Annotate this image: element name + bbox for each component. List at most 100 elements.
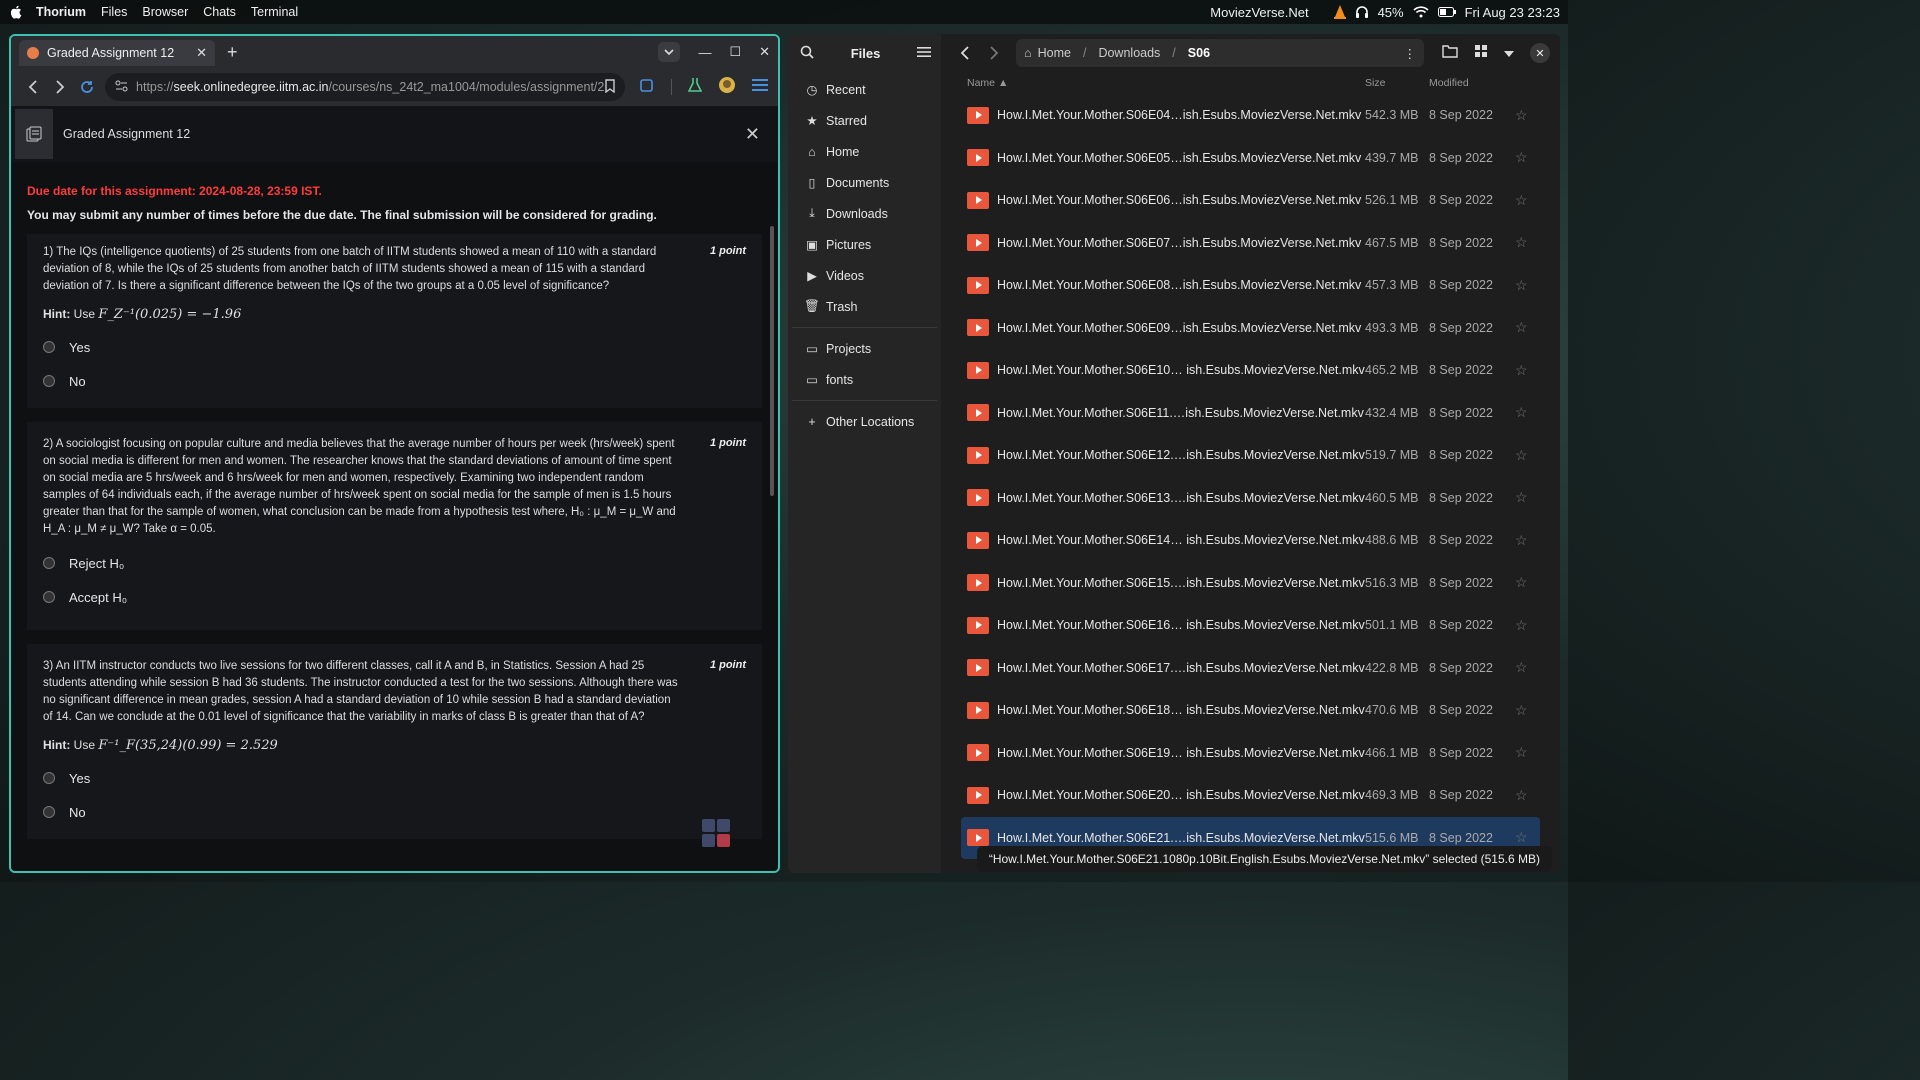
sidebar-item-home[interactable]: ⌂ Home (788, 136, 941, 167)
tab-search-dropdown-icon[interactable] (658, 42, 681, 62)
star-toggle-icon[interactable]: ☆ (1515, 702, 1528, 719)
radio-button[interactable] (43, 557, 55, 569)
star-toggle-icon[interactable]: ☆ (1515, 574, 1528, 591)
path-bar[interactable]: ⌂ Home / Downloads / S06 ⋮ (1016, 39, 1424, 67)
star-toggle-icon[interactable]: ☆ (1515, 787, 1528, 804)
option-reject[interactable]: Reject H₀ (43, 546, 746, 580)
close-window-icon[interactable]: ✕ (759, 44, 770, 60)
new-tab-button[interactable]: + (227, 42, 238, 63)
sidebar-item-videos[interactable]: ▶ Videos (788, 260, 941, 291)
apple-icon[interactable] (10, 5, 24, 19)
headphones-icon[interactable] (1355, 5, 1369, 19)
sidebar-item-recent[interactable]: ◷ Recent (788, 74, 941, 105)
tab-graded-assignment[interactable]: Graded Assignment 12 ✕ (19, 40, 215, 66)
file-row[interactable]: How.I.Met.Your.Mother.S06E18… ish.Esubs.… (941, 689, 1560, 732)
star-toggle-icon[interactable]: ☆ (1515, 362, 1528, 379)
star-toggle-icon[interactable]: ☆ (1515, 489, 1528, 506)
option-no[interactable]: No (43, 795, 746, 829)
path-home[interactable]: Home (1038, 46, 1071, 60)
star-toggle-icon[interactable]: ☆ (1515, 617, 1528, 634)
address-bar[interactable]: https://seek.onlinedegree.iitm.ac.in/cou… (105, 73, 626, 101)
option-no[interactable]: No (43, 364, 746, 398)
option-yes[interactable]: Yes (43, 761, 746, 795)
sidebar-item-pictures[interactable]: ▣ Pictures (788, 229, 941, 260)
menu-terminal[interactable]: Terminal (251, 5, 298, 19)
star-toggle-icon[interactable]: ☆ (1515, 234, 1528, 251)
file-row[interactable]: How.I.Met.Your.Mother.S06E10… ish.Esubs.… (941, 349, 1560, 392)
file-row[interactable]: How.I.Met.Your.Mother.S06E07…ish.Esubs.M… (941, 222, 1560, 265)
new-folder-icon[interactable] (1442, 44, 1458, 63)
sidebar-item-starred[interactable]: ★ Starred (788, 105, 941, 136)
search-icon[interactable] (800, 45, 814, 62)
star-toggle-icon[interactable]: ☆ (1515, 744, 1528, 761)
star-toggle-icon[interactable]: ☆ (1515, 277, 1528, 294)
star-toggle-icon[interactable]: ☆ (1515, 659, 1528, 676)
forward-icon[interactable] (980, 46, 1009, 60)
bookmark-icon[interactable] (605, 78, 615, 96)
column-name[interactable]: Name ▲ (967, 77, 1365, 89)
path-downloads[interactable]: Downloads (1098, 46, 1160, 60)
path-current[interactable]: S06 (1188, 46, 1210, 60)
radio-button[interactable] (43, 806, 55, 818)
view-options-chevron-icon[interactable] (1503, 44, 1514, 62)
menu-chats[interactable]: Chats (203, 5, 236, 19)
sidebar-item-projects[interactable]: ▭ Projects (788, 333, 941, 364)
file-row[interactable]: How.I.Met.Your.Mother.S06E13.…ish.Esubs.… (941, 477, 1560, 520)
menu-browser[interactable]: Browser (142, 5, 188, 19)
sidebar-item-trash[interactable]: 🗑 Trash (788, 291, 941, 322)
column-size[interactable]: Size (1365, 77, 1429, 89)
file-row[interactable]: How.I.Met.Your.Mother.S06E12.…ish.Esubs.… (941, 434, 1560, 477)
file-row[interactable]: How.I.Met.Your.Mother.S06E17.…ish.Esubs.… (941, 647, 1560, 690)
file-row[interactable]: How.I.Met.Your.Mother.S06E09…ish.Esubs.M… (941, 307, 1560, 350)
sidebar-item-other-locations[interactable]: + Other Locations (788, 406, 941, 437)
star-toggle-icon[interactable]: ☆ (1515, 192, 1528, 209)
menu-app-thorium[interactable]: Thorium (36, 5, 86, 19)
page-scrollbar[interactable] (770, 226, 774, 496)
file-row[interactable]: How.I.Met.Your.Mother.S06E11.…ish.Esubs.… (941, 392, 1560, 435)
browser-menu-icon[interactable] (752, 78, 769, 97)
file-row[interactable]: How.I.Met.Your.Mother.S06E05…ish.Esubs.M… (941, 137, 1560, 180)
site-settings-icon[interactable] (115, 80, 128, 95)
star-toggle-icon[interactable]: ☆ (1515, 404, 1528, 421)
radio-button[interactable] (43, 341, 55, 353)
clock[interactable]: Fri Aug 23 23:23 (1465, 5, 1560, 20)
column-modified[interactable]: Modified (1429, 77, 1469, 89)
radio-button[interactable] (43, 772, 55, 784)
star-toggle-icon[interactable]: ☆ (1515, 319, 1528, 336)
file-row[interactable]: How.I.Met.Your.Mother.S06E04…ish.Esubs.M… (941, 94, 1560, 137)
file-row[interactable]: How.I.Met.Your.Mother.S06E06…ish.Esubs.M… (941, 179, 1560, 222)
radio-button[interactable] (43, 375, 55, 387)
assignment-list-icon[interactable] (15, 109, 53, 159)
star-toggle-icon[interactable]: ☆ (1515, 447, 1528, 464)
file-row[interactable]: How.I.Met.Your.Mother.S06E14… ish.Esubs.… (941, 519, 1560, 562)
hamburger-menu-icon[interactable] (917, 46, 931, 61)
option-yes[interactable]: Yes (43, 330, 746, 364)
profile-avatar-icon[interactable] (718, 76, 736, 99)
minimize-icon[interactable]: — (698, 45, 711, 60)
grid-view-icon[interactable] (1474, 44, 1488, 63)
radio-button[interactable] (43, 591, 55, 603)
calculator-icon[interactable] (702, 819, 730, 847)
star-toggle-icon[interactable]: ☆ (1515, 107, 1528, 124)
file-row[interactable]: How.I.Met.Your.Mother.S06E20… ish.Esubs.… (941, 774, 1560, 817)
file-row[interactable]: How.I.Met.Your.Mother.S06E16… ish.Esubs.… (941, 604, 1560, 647)
flask-icon[interactable] (687, 77, 703, 98)
back-icon[interactable] (951, 46, 980, 60)
star-toggle-icon[interactable]: ☆ (1515, 149, 1528, 166)
vlc-cone-icon[interactable] (1333, 5, 1346, 19)
extension-puzzle-icon[interactable] (639, 77, 655, 98)
close-window-icon[interactable]: ✕ (1529, 43, 1550, 63)
file-row[interactable]: How.I.Met.Your.Mother.S06E15.…ish.Esubs.… (941, 562, 1560, 605)
more-options-icon[interactable]: ⋮ (1403, 46, 1416, 61)
option-accept[interactable]: Accept H₀ (43, 580, 746, 614)
file-row[interactable]: How.I.Met.Your.Mother.S06E19… ish.Esubs.… (941, 732, 1560, 775)
star-toggle-icon[interactable]: ☆ (1515, 829, 1528, 846)
close-panel-icon[interactable]: ✕ (745, 124, 760, 145)
menu-files[interactable]: Files (101, 5, 127, 19)
sidebar-item-downloads[interactable]: ⤓ Downloads (788, 198, 941, 229)
sidebar-item-documents[interactable]: ▯ Documents (788, 167, 941, 198)
wifi-icon[interactable] (1413, 6, 1429, 18)
forward-icon[interactable] (48, 80, 73, 94)
file-row[interactable]: How.I.Met.Your.Mother.S06E08…ish.Esubs.M… (941, 264, 1560, 307)
maximize-icon[interactable]: ☐ (729, 44, 741, 60)
